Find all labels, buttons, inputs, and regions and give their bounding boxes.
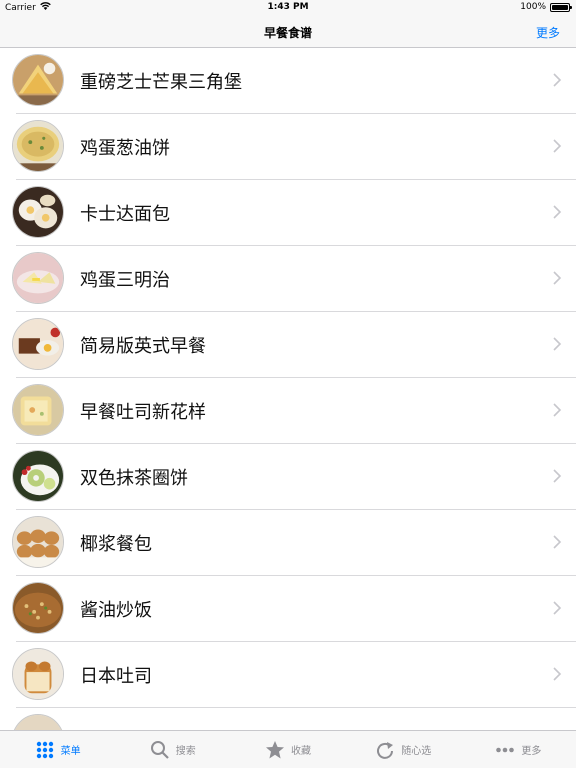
recipe-name: 重磅芝士芒果三角堡 (80, 72, 242, 93)
recipe-name: 早餐吐司新花样 (80, 402, 206, 423)
star-icon (266, 740, 284, 758)
tab-menu[interactable]: 菜单 (0, 731, 115, 768)
list-item[interactable]: 重磅芝士芒果三角堡 (0, 48, 576, 114)
list-item[interactable]: 鸡蛋三明治 (0, 246, 576, 312)
chevron-right-icon (553, 337, 562, 351)
tab-label: 更多 (521, 746, 542, 757)
recipe-photo-icon (12, 714, 64, 730)
battery-percent: 100% (520, 2, 546, 12)
list-item[interactable]: 双色抹茶圈饼 (0, 444, 576, 510)
recipe-photo-icon (12, 516, 64, 568)
list-item[interactable]: 早餐吐司新花样 (0, 378, 576, 444)
search-icon (150, 740, 169, 759)
recipe-photo-icon (12, 450, 64, 502)
recipe-photo-icon (12, 120, 64, 172)
tab-label: 菜单 (60, 746, 81, 757)
recipe-name: 鸡蛋葱油饼 (80, 138, 170, 159)
status-right: 100% (520, 2, 572, 12)
status-time: 1:43 PM (267, 2, 309, 12)
chevron-right-icon (553, 469, 562, 483)
tab-label: 随心选 (401, 746, 432, 757)
recipe-photo-icon (12, 384, 64, 436)
recipe-photo-icon (12, 252, 64, 304)
recipe-photo-icon (12, 186, 64, 238)
recipe-name: 椰浆餐包 (80, 534, 152, 555)
recipe-name: 酱油炒饭 (80, 600, 152, 621)
list-item[interactable]: 椰浆餐包 (0, 510, 576, 576)
more-button[interactable]: 更多 (536, 24, 560, 41)
tab-label: 搜索 (175, 746, 196, 757)
list-item[interactable]: 卡士达面包 (0, 180, 576, 246)
chevron-right-icon (553, 535, 562, 549)
list-item[interactable]: 鸡蛋葱油饼 (0, 114, 576, 180)
recipe-photo-icon (12, 54, 64, 106)
recipe-list[interactable]: 重磅芝士芒果三角堡 鸡蛋葱油饼 卡士达面包 鸡蛋三明治 简易版英式早餐 早餐吐司… (0, 48, 576, 730)
chevron-right-icon (553, 601, 562, 615)
chevron-right-icon (553, 667, 562, 681)
tab-bar: 菜单 搜索 收藏 随心选 更多 (0, 730, 576, 768)
chevron-right-icon (553, 271, 562, 285)
list-item[interactable] (0, 708, 576, 730)
recipe-photo-icon (12, 582, 64, 634)
tab-favorites[interactable]: 收藏 (230, 731, 345, 768)
more-dots-icon (496, 747, 515, 752)
list-item[interactable]: 酱油炒饭 (0, 576, 576, 642)
recipe-name: 日本吐司 (80, 666, 152, 687)
page-title: 早餐食谱 (263, 26, 312, 40)
list-item[interactable]: 简易版英式早餐 (0, 312, 576, 378)
recipe-name: 鸡蛋三明治 (80, 270, 170, 291)
battery-icon (550, 2, 572, 12)
tab-more[interactable]: 更多 (461, 731, 576, 768)
status-bar: Carrier 1:43 PM 100% (0, 0, 576, 16)
list-item[interactable]: 日本吐司 (0, 642, 576, 708)
chevron-right-icon (553, 73, 562, 87)
recipe-name: 双色抹茶圈饼 (80, 468, 188, 489)
recipe-photo-icon (12, 318, 64, 370)
recipe-name: 简易版英式早餐 (80, 336, 206, 357)
navigation-bar: 早餐食谱 更多 (0, 16, 576, 48)
recipe-name: 卡士达面包 (80, 204, 170, 225)
tab-search[interactable]: 搜索 (115, 731, 230, 768)
tab-random[interactable]: 随心选 (346, 731, 461, 768)
refresh-icon (377, 741, 394, 759)
chevron-right-icon (553, 403, 562, 417)
recipe-photo-icon (12, 648, 64, 700)
chevron-right-icon (553, 139, 562, 153)
tab-label: 收藏 (291, 746, 311, 757)
grid-dots-icon (36, 741, 53, 758)
chevron-right-icon (553, 205, 562, 219)
